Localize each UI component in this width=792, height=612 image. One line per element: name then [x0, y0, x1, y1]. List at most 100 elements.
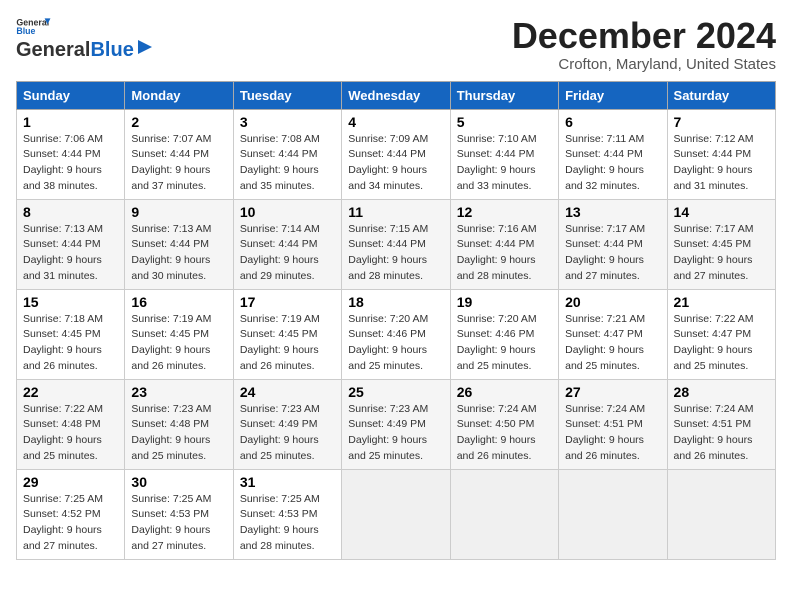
- calendar-cell-2-3: 10 Sunrise: 7:14 AMSunset: 4:44 PMDayligh…: [233, 199, 341, 289]
- day-number: 1: [23, 114, 118, 130]
- calendar-cell-1-7: 7 Sunrise: 7:12 AMSunset: 4:44 PMDaylight…: [667, 109, 775, 199]
- calendar-cell-1-6: 6Sunrise: 7:11 AMSunset: 4:44 PMDaylight…: [559, 109, 667, 199]
- day-number: 7: [674, 114, 769, 130]
- day-number: 18: [348, 294, 443, 310]
- day-info: Sunrise: 7:25 AMSunset: 4:53 PMDaylight:…: [240, 492, 335, 555]
- calendar-cell-1-1: 1 Sunrise: 7:06 AMSunset: 4:44 PMDaylight…: [17, 109, 125, 199]
- calendar-week-5: 29 Sunrise: 7:25 AMSunset: 4:52 PMDayligh…: [17, 469, 776, 559]
- day-number: 28: [674, 384, 769, 400]
- calendar-cell-3-3: 17 Sunrise: 7:19 AMSunset: 4:45 PMDayligh…: [233, 289, 341, 379]
- day-number: 6: [565, 114, 660, 130]
- location: Crofton, Maryland, United States: [512, 56, 776, 73]
- day-info: Sunrise: 7:19 AMSunset: 4:45 PMDaylight:…: [240, 312, 335, 375]
- header-monday: Monday: [125, 81, 233, 109]
- header-wednesday: Wednesday: [342, 81, 450, 109]
- calendar-cell-3-2: 16 Sunrise: 7:19 AMSunset: 4:45 PMDayligh…: [125, 289, 233, 379]
- day-number: 23: [131, 384, 226, 400]
- day-number: 3: [240, 114, 335, 130]
- day-info: Sunrise: 7:14 AMSunset: 4:44 PMDaylight:…: [240, 222, 335, 285]
- day-info: Sunrise: 7:08 AMSunset: 4:44 PMDaylight:…: [240, 132, 335, 195]
- day-number: 14: [674, 204, 769, 220]
- day-number: 11: [348, 204, 443, 220]
- day-number: 31: [240, 474, 335, 490]
- logo: General Blue General Blue: [16, 16, 154, 61]
- day-info: Sunrise: 7:16 AMSunset: 4:44 PMDaylight:…: [457, 222, 552, 285]
- day-number: 27: [565, 384, 660, 400]
- calendar-cell-1-2: 2 Sunrise: 7:07 AMSunset: 4:44 PMDaylight…: [125, 109, 233, 199]
- day-info: Sunrise: 7:25 AMSunset: 4:52 PMDaylight:…: [23, 492, 118, 555]
- day-info: Sunrise: 7:20 AMSunset: 4:46 PMDaylight:…: [457, 312, 552, 375]
- day-info: Sunrise: 7:25 AMSunset: 4:53 PMDaylight:…: [131, 492, 226, 555]
- calendar-cell-5-7: [667, 469, 775, 559]
- day-number: 20: [565, 294, 660, 310]
- day-info: Sunrise: 7:09 AMSunset: 4:44 PMDaylight:…: [348, 132, 443, 195]
- logo-icon: General Blue: [16, 16, 52, 36]
- calendar-cell-3-7: 21 Sunrise: 7:22 AMSunset: 4:47 PMDayligh…: [667, 289, 775, 379]
- logo-arrow-icon: [136, 38, 154, 56]
- calendar-cell-4-3: 24 Sunrise: 7:23 AMSunset: 4:49 PMDayligh…: [233, 379, 341, 469]
- calendar-cell-2-1: 8 Sunrise: 7:13 AMSunset: 4:44 PMDaylight…: [17, 199, 125, 289]
- calendar-cell-1-3: 3 Sunrise: 7:08 AMSunset: 4:44 PMDaylight…: [233, 109, 341, 199]
- calendar-table: SundayMondayTuesdayWednesdayThursdayFrid…: [16, 81, 776, 560]
- calendar-week-4: 22 Sunrise: 7:22 AMSunset: 4:48 PMDayligh…: [17, 379, 776, 469]
- day-number: 24: [240, 384, 335, 400]
- day-number: 15: [23, 294, 118, 310]
- calendar-header-row: SundayMondayTuesdayWednesdayThursdayFrid…: [17, 81, 776, 109]
- day-info: Sunrise: 7:18 AMSunset: 4:45 PMDaylight:…: [23, 312, 118, 375]
- calendar-week-2: 8 Sunrise: 7:13 AMSunset: 4:44 PMDaylight…: [17, 199, 776, 289]
- month-title: December 2024: [512, 16, 776, 56]
- day-info: Sunrise: 7:12 AMSunset: 4:44 PMDaylight:…: [674, 132, 769, 195]
- calendar-cell-4-7: 28Sunrise: 7:24 AMSunset: 4:51 PMDayligh…: [667, 379, 775, 469]
- day-number: 22: [23, 384, 118, 400]
- day-number: 29: [23, 474, 118, 490]
- calendar-cell-3-4: 18 Sunrise: 7:20 AMSunset: 4:46 PMDayligh…: [342, 289, 450, 379]
- day-info: Sunrise: 7:22 AMSunset: 4:48 PMDaylight:…: [23, 402, 118, 465]
- header: General Blue General Blue December 2024 …: [16, 16, 776, 73]
- calendar-cell-2-2: 9 Sunrise: 7:13 AMSunset: 4:44 PMDaylight…: [125, 199, 233, 289]
- day-number: 16: [131, 294, 226, 310]
- header-thursday: Thursday: [450, 81, 558, 109]
- day-info: Sunrise: 7:13 AMSunset: 4:44 PMDaylight:…: [131, 222, 226, 285]
- day-info: Sunrise: 7:13 AMSunset: 4:44 PMDaylight:…: [23, 222, 118, 285]
- day-info: Sunrise: 7:23 AMSunset: 4:48 PMDaylight:…: [131, 402, 226, 465]
- calendar-cell-5-2: 30 Sunrise: 7:25 AMSunset: 4:53 PMDayligh…: [125, 469, 233, 559]
- calendar-week-1: 1 Sunrise: 7:06 AMSunset: 4:44 PMDaylight…: [17, 109, 776, 199]
- calendar-cell-5-5: [450, 469, 558, 559]
- svg-text:Blue: Blue: [16, 26, 35, 36]
- calendar-cell-4-6: 27Sunrise: 7:24 AMSunset: 4:51 PMDayligh…: [559, 379, 667, 469]
- day-number: 13: [565, 204, 660, 220]
- day-number: 5: [457, 114, 552, 130]
- logo-text-general: General: [16, 39, 90, 61]
- day-info: Sunrise: 7:23 AMSunset: 4:49 PMDaylight:…: [240, 402, 335, 465]
- day-number: 2: [131, 114, 226, 130]
- calendar-cell-3-5: 19Sunrise: 7:20 AMSunset: 4:46 PMDayligh…: [450, 289, 558, 379]
- calendar-cell-2-5: 12 Sunrise: 7:16 AMSunset: 4:44 PMDayligh…: [450, 199, 558, 289]
- day-number: 4: [348, 114, 443, 130]
- day-number: 26: [457, 384, 552, 400]
- day-number: 17: [240, 294, 335, 310]
- day-info: Sunrise: 7:07 AMSunset: 4:44 PMDaylight:…: [131, 132, 226, 195]
- day-number: 10: [240, 204, 335, 220]
- calendar-week-3: 15 Sunrise: 7:18 AMSunset: 4:45 PMDayligh…: [17, 289, 776, 379]
- day-info: Sunrise: 7:06 AMSunset: 4:44 PMDaylight:…: [23, 132, 118, 195]
- day-info: Sunrise: 7:19 AMSunset: 4:45 PMDaylight:…: [131, 312, 226, 375]
- day-info: Sunrise: 7:17 AMSunset: 4:44 PMDaylight:…: [565, 222, 660, 285]
- day-number: 9: [131, 204, 226, 220]
- day-info: Sunrise: 7:17 AMSunset: 4:45 PMDaylight:…: [674, 222, 769, 285]
- header-saturday: Saturday: [667, 81, 775, 109]
- day-number: 30: [131, 474, 226, 490]
- calendar-cell-3-6: 20Sunrise: 7:21 AMSunset: 4:47 PMDayligh…: [559, 289, 667, 379]
- day-number: 21: [674, 294, 769, 310]
- calendar-cell-5-1: 29 Sunrise: 7:25 AMSunset: 4:52 PMDayligh…: [17, 469, 125, 559]
- calendar-cell-1-5: 5 Sunrise: 7:10 AMSunset: 4:44 PMDaylight…: [450, 109, 558, 199]
- day-info: Sunrise: 7:23 AMSunset: 4:49 PMDaylight:…: [348, 402, 443, 465]
- day-number: 12: [457, 204, 552, 220]
- calendar-cell-5-6: [559, 469, 667, 559]
- day-number: 8: [23, 204, 118, 220]
- calendar-cell-4-5: 26Sunrise: 7:24 AMSunset: 4:50 PMDayligh…: [450, 379, 558, 469]
- day-info: Sunrise: 7:20 AMSunset: 4:46 PMDaylight:…: [348, 312, 443, 375]
- day-info: Sunrise: 7:10 AMSunset: 4:44 PMDaylight:…: [457, 132, 552, 195]
- day-info: Sunrise: 7:22 AMSunset: 4:47 PMDaylight:…: [674, 312, 769, 375]
- calendar-cell-4-1: 22 Sunrise: 7:22 AMSunset: 4:48 PMDayligh…: [17, 379, 125, 469]
- title-area: December 2024 Crofton, Maryland, United …: [512, 16, 776, 73]
